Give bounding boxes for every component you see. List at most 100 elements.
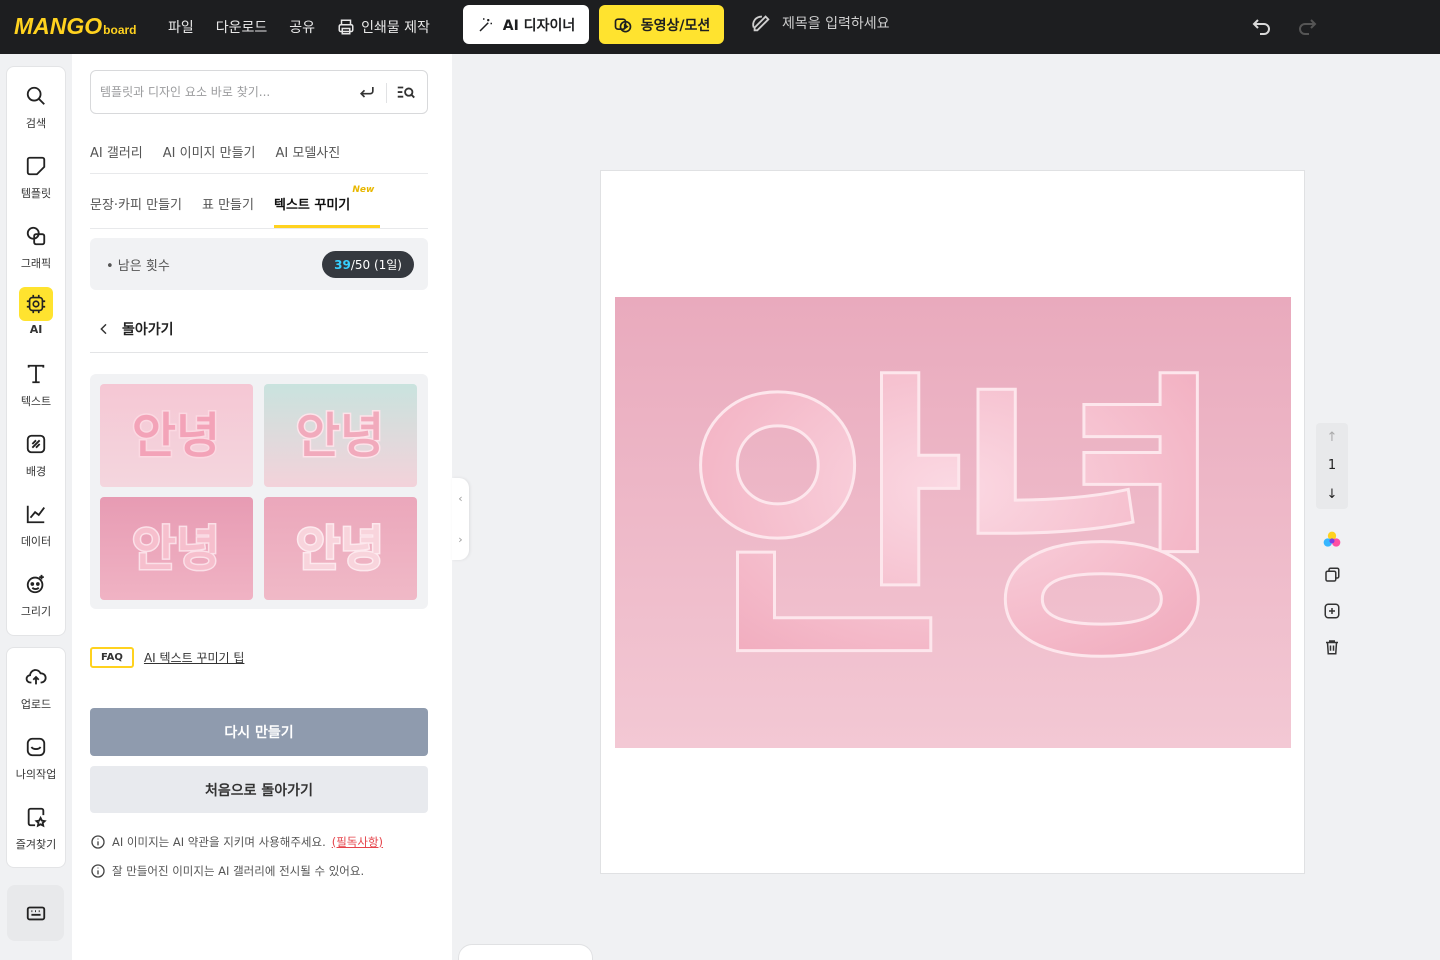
sidebar-rail-bottom: 업로드 나의작업 즐겨찾기	[6, 647, 66, 868]
menu-print[interactable]: 인쇄물 제작	[337, 17, 430, 37]
fluffy-text-image: 안녕	[264, 497, 417, 600]
tab-copywriting[interactable]: 문장·카피 만들기	[90, 194, 182, 228]
top-menu: 파일 다운로드 공유 인쇄물 제작	[168, 0, 430, 54]
remaining-total: /50 (1일)	[350, 258, 402, 272]
menu-file[interactable]: 파일	[168, 17, 194, 37]
result-thumbnail-3[interactable]: 안녕	[100, 497, 253, 600]
search-input[interactable]	[100, 81, 350, 103]
rail-label-favorites: 즐겨찾기	[15, 838, 57, 851]
ai-designer-label: AI 디자이너	[502, 17, 576, 34]
rail-item-background[interactable]: 배경	[7, 427, 65, 479]
redo-icon[interactable]	[1295, 14, 1319, 38]
fluffy-text-image: 안녕	[100, 497, 253, 600]
title-field[interactable]: 제목을 입력하세요	[750, 12, 890, 34]
tab-row-2: 문장·카피 만들기 표 만들기 텍스트 꾸미기 New	[90, 185, 428, 229]
duplicate-icon	[1325, 567, 1340, 582]
sidebar-rail: 검색 템플릿 그래픽 AI 텍스트 배경 데이터 그리기	[6, 66, 66, 636]
rail-label-draw: 그리기	[20, 605, 52, 618]
undo-icon[interactable]	[1250, 14, 1274, 38]
color-palette-button[interactable]	[1321, 529, 1343, 551]
menu-download[interactable]: 다운로드	[216, 17, 268, 37]
rail-item-graphic[interactable]: 그래픽	[7, 219, 65, 271]
chevron-left-icon	[100, 323, 107, 335]
add-page-button[interactable]	[1321, 600, 1343, 622]
rail-item-template[interactable]: 템플릿	[7, 149, 65, 201]
video-motion-button[interactable]: 동영상/모션	[599, 5, 724, 44]
slide-mode-tab[interactable]	[458, 944, 593, 960]
svg-text:안녕: 안녕	[687, 349, 1219, 698]
rail-item-upload[interactable]: 업로드	[7, 660, 65, 712]
upload-icon	[25, 669, 47, 685]
result-thumbnail-2[interactable]: 안녕	[264, 384, 417, 487]
tab-table[interactable]: 표 만들기	[202, 194, 254, 228]
rail-label-text: 텍스트	[20, 395, 52, 408]
notice-terms-link[interactable]: (필독사항)	[332, 834, 383, 850]
ai-panel: AI 갤러리 AI 이미지 만들기 AI 모델사진 문장·카피 만들기 표 만들…	[72, 54, 452, 960]
remaining-count-box: • 남은 횟수 39 /50 (1일)	[90, 238, 428, 290]
filter-search-icon[interactable]	[395, 82, 417, 104]
design-canvas[interactable]: 안녕	[600, 170, 1305, 874]
tab-ai-image[interactable]: AI 이미지 만들기	[163, 142, 256, 173]
notice-terms: AI 이미지는 AI 약관을 지키며 사용해주세요. (필독사항)	[90, 834, 383, 850]
logo[interactable]: MANGO board	[14, 13, 137, 40]
my-work-icon	[26, 737, 46, 757]
rail-item-favorites[interactable]: 즐겨찾기	[7, 800, 65, 852]
search-divider	[386, 83, 387, 103]
color-palette-icon	[1323, 531, 1341, 547]
rail-item-text[interactable]: 텍스트	[7, 357, 65, 409]
tab-text-decorate[interactable]: 텍스트 꾸미기 New	[273, 185, 381, 228]
rail-item-draw[interactable]: 그리기	[7, 567, 65, 619]
printer-icon	[338, 19, 354, 35]
graphic-icon	[26, 226, 46, 246]
restart-button[interactable]: 처음으로 돌아가기	[90, 766, 428, 813]
rail-label-ai: AI	[29, 323, 43, 336]
text-icon	[27, 364, 45, 384]
page-down-icon[interactable]: ↓	[1327, 487, 1338, 502]
panel-collapse-handle[interactable]: ‹ ›	[452, 478, 469, 560]
duplicate-page-button[interactable]	[1321, 564, 1343, 586]
rail-item-data[interactable]: 데이터	[7, 497, 65, 549]
result-thumbnail-4[interactable]: 안녕	[264, 497, 417, 600]
notice-terms-text: AI 이미지는 AI 약관을 지키며 사용해주세요.	[112, 835, 326, 849]
notice-gallery: 잘 만들어진 이미지는 AI 갤러리에 전시될 수 있어요.	[90, 863, 364, 879]
menu-share[interactable]: 공유	[289, 17, 315, 37]
chart-icon	[26, 505, 45, 524]
top-bar: MANGO board 파일 다운로드 공유 인쇄물 제작 AI 디자이너 동영…	[0, 0, 1440, 54]
menu-print-label: 인쇄물 제작	[361, 20, 430, 36]
fluffy-text-image: 안녕	[100, 384, 253, 487]
add-page-icon	[1324, 603, 1340, 619]
background-icon	[26, 434, 46, 454]
rail-label-search: 검색	[25, 117, 47, 130]
edit-title-icon	[752, 15, 770, 32]
page-up-icon[interactable]: ↑	[1327, 430, 1338, 445]
delete-page-button[interactable]	[1321, 636, 1343, 658]
ai-designer-button[interactable]: AI 디자이너	[463, 5, 589, 44]
faq-link[interactable]: AI 텍스트 꾸미기 팁	[144, 649, 244, 666]
remake-button[interactable]: 다시 만들기	[90, 708, 428, 756]
tab-ai-gallery[interactable]: AI 갤러리	[90, 142, 143, 173]
rail-label-graphic: 그래픽	[20, 257, 52, 270]
rail-item-ai[interactable]: AI	[7, 287, 65, 336]
result-thumbnail-1[interactable]: 안녕	[100, 384, 253, 487]
logo-text: MANGO	[14, 13, 103, 39]
keyboard-shortcuts-button[interactable]	[7, 885, 64, 941]
rail-label-background: 배경	[25, 465, 47, 478]
canvas-image[interactable]: 안녕	[615, 297, 1291, 748]
back-button[interactable]: 돌아가기	[90, 306, 428, 353]
faq-badge: FAQ	[90, 647, 134, 668]
tab-row-1: AI 갤러리 AI 이미지 만들기 AI 모델사진	[90, 142, 428, 174]
enter-icon[interactable]	[357, 82, 377, 102]
faq-row: FAQ AI 텍스트 꾸미기 팁	[90, 647, 244, 668]
title-placeholder: 제목을 입력하세요	[782, 16, 890, 32]
trash-icon	[1326, 640, 1338, 655]
rail-item-search[interactable]: 검색	[7, 79, 65, 131]
results-grid: 안녕 안녕 안녕 안녕	[90, 374, 428, 609]
template-icon	[26, 156, 46, 176]
remaining-label: • 남은 횟수	[106, 259, 170, 274]
video-shapes-icon	[614, 17, 632, 32]
rail-label-upload: 업로드	[20, 698, 52, 711]
tab-ai-model-photo[interactable]: AI 모델사진	[276, 142, 341, 173]
svg-text:안녕: 안녕	[296, 521, 384, 577]
rail-item-my-work[interactable]: 나의작업	[7, 730, 65, 782]
keyboard-icon	[26, 906, 45, 921]
